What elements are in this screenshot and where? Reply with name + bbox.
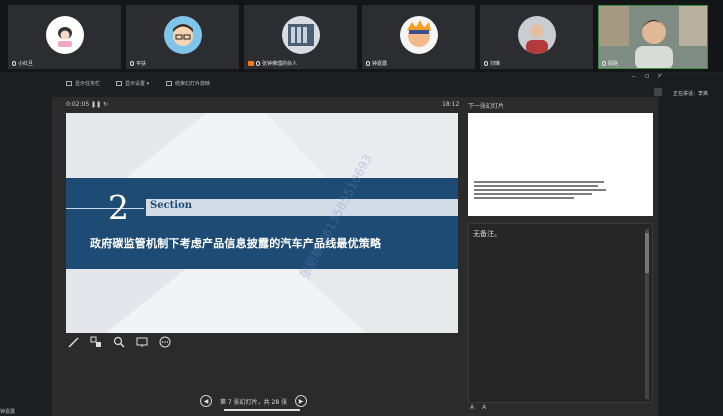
- speaking-label: 正在讲话：李爽: [673, 91, 709, 97]
- participant-tile[interactable]: 刘琳: [480, 5, 593, 69]
- text-line: [474, 181, 604, 183]
- taskbar-icon: [66, 81, 72, 86]
- minimize-icon[interactable]: –: [632, 72, 636, 80]
- increase-font-button[interactable]: A: [470, 404, 474, 411]
- slide-title: 政府碳监管机制下考虑产品信息披露的汽车产品线最优策略: [90, 237, 382, 250]
- clock: 18:12: [442, 101, 460, 108]
- settings-icon: [116, 81, 122, 86]
- presenter-view: 0:02:05 ❚❚ ↻ 18:12 2 Section 政府碳监管机制下考虑产…: [52, 97, 658, 416]
- section-divider: [66, 208, 144, 209]
- participant-tile[interactable]: 张钟佛理的杂人: [244, 5, 357, 69]
- participant-name: 陌路: [602, 60, 618, 67]
- text-line: [474, 197, 574, 199]
- next-slide-button[interactable]: ▶: [295, 395, 308, 407]
- font-size-controls: A A: [470, 404, 486, 411]
- slide-progress: [224, 409, 300, 411]
- notes-text: 无备注。: [473, 230, 501, 238]
- participant-name: 平扶: [130, 60, 146, 67]
- section-number: 2: [108, 188, 129, 227]
- mic-icon: [484, 61, 488, 66]
- mic-icon: [130, 61, 134, 66]
- avatar: [163, 16, 202, 54]
- scroll-thumb[interactable]: [645, 233, 649, 273]
- elapsed-timer: 0:02:05 ❚❚ ↻: [66, 101, 109, 108]
- text-line: [474, 189, 606, 191]
- next-slide-label: 下一张幻灯片: [468, 103, 505, 110]
- participant-name: 刘琳: [484, 60, 500, 67]
- next-slide-preview[interactable]: [468, 113, 653, 216]
- share-screen-icon: [248, 61, 254, 66]
- text-line: [474, 193, 592, 195]
- participant-strip: 小红旦 平扶 张钟佛理的杂人 钟嘉露 刘琳 陌路: [0, 0, 723, 72]
- section-label: Section: [150, 200, 193, 211]
- restore-icon[interactable]: ▫: [645, 72, 650, 80]
- mic-icon: [256, 61, 260, 66]
- prev-slide-button[interactable]: ◀: [200, 395, 212, 407]
- mic-icon: [602, 61, 606, 66]
- text-line: [474, 185, 598, 187]
- avatar: [45, 16, 84, 54]
- screen-icon[interactable]: [135, 335, 148, 348]
- participant-tile-active[interactable]: 陌路: [598, 5, 708, 69]
- pen-icon[interactable]: [66, 335, 79, 348]
- participant-tile[interactable]: 钟嘉露: [362, 5, 475, 69]
- notes-panel[interactable]: 无备注。: [468, 223, 653, 403]
- avatar: [281, 16, 320, 54]
- end-slideshow-button[interactable]: 结束幻灯片放映: [166, 80, 210, 87]
- current-slide[interactable]: 2 Section 政府碳监管机制下考虑产品信息披露的汽车产品线最优策略 张丽静…: [66, 113, 458, 333]
- zoom-icon[interactable]: [112, 335, 125, 348]
- decrease-font-button[interactable]: A: [482, 404, 486, 411]
- display-settings-button[interactable]: 显示设置 ▾: [116, 80, 149, 87]
- more-icon[interactable]: [158, 335, 171, 348]
- notes-scrollbar[interactable]: [645, 229, 649, 399]
- speaker-icon: [654, 88, 662, 96]
- taskbar-button[interactable]: 显示任务栏: [66, 80, 100, 87]
- participant-tile[interactable]: 平扶: [126, 5, 239, 69]
- bottom-label: 钟嘉露: [0, 409, 16, 415]
- right-sidebar: [660, 76, 723, 416]
- participant-name: 小红旦: [12, 60, 33, 67]
- participant-name: 张钟佛理的杂人: [248, 60, 297, 67]
- slide-navigation: ◀ 第 7 张幻灯片，共 28 张 ▶: [200, 395, 308, 407]
- slides-grid-icon[interactable]: [89, 335, 102, 348]
- avatar: [517, 16, 556, 54]
- end-show-icon: [166, 81, 172, 86]
- slide-counter: 第 7 张幻灯片，共 28 张: [220, 398, 288, 406]
- presenter-toolbar: 显示任务栏 显示设置 ▾ 结束幻灯片放映: [52, 76, 658, 94]
- participant-tile[interactable]: 小红旦: [8, 5, 121, 69]
- mic-icon: [366, 61, 370, 66]
- mic-icon: [12, 61, 16, 66]
- participant-name: 钟嘉露: [366, 60, 387, 67]
- avatar: [399, 16, 438, 54]
- slide-tools: [66, 335, 171, 348]
- section-box: [146, 199, 458, 216]
